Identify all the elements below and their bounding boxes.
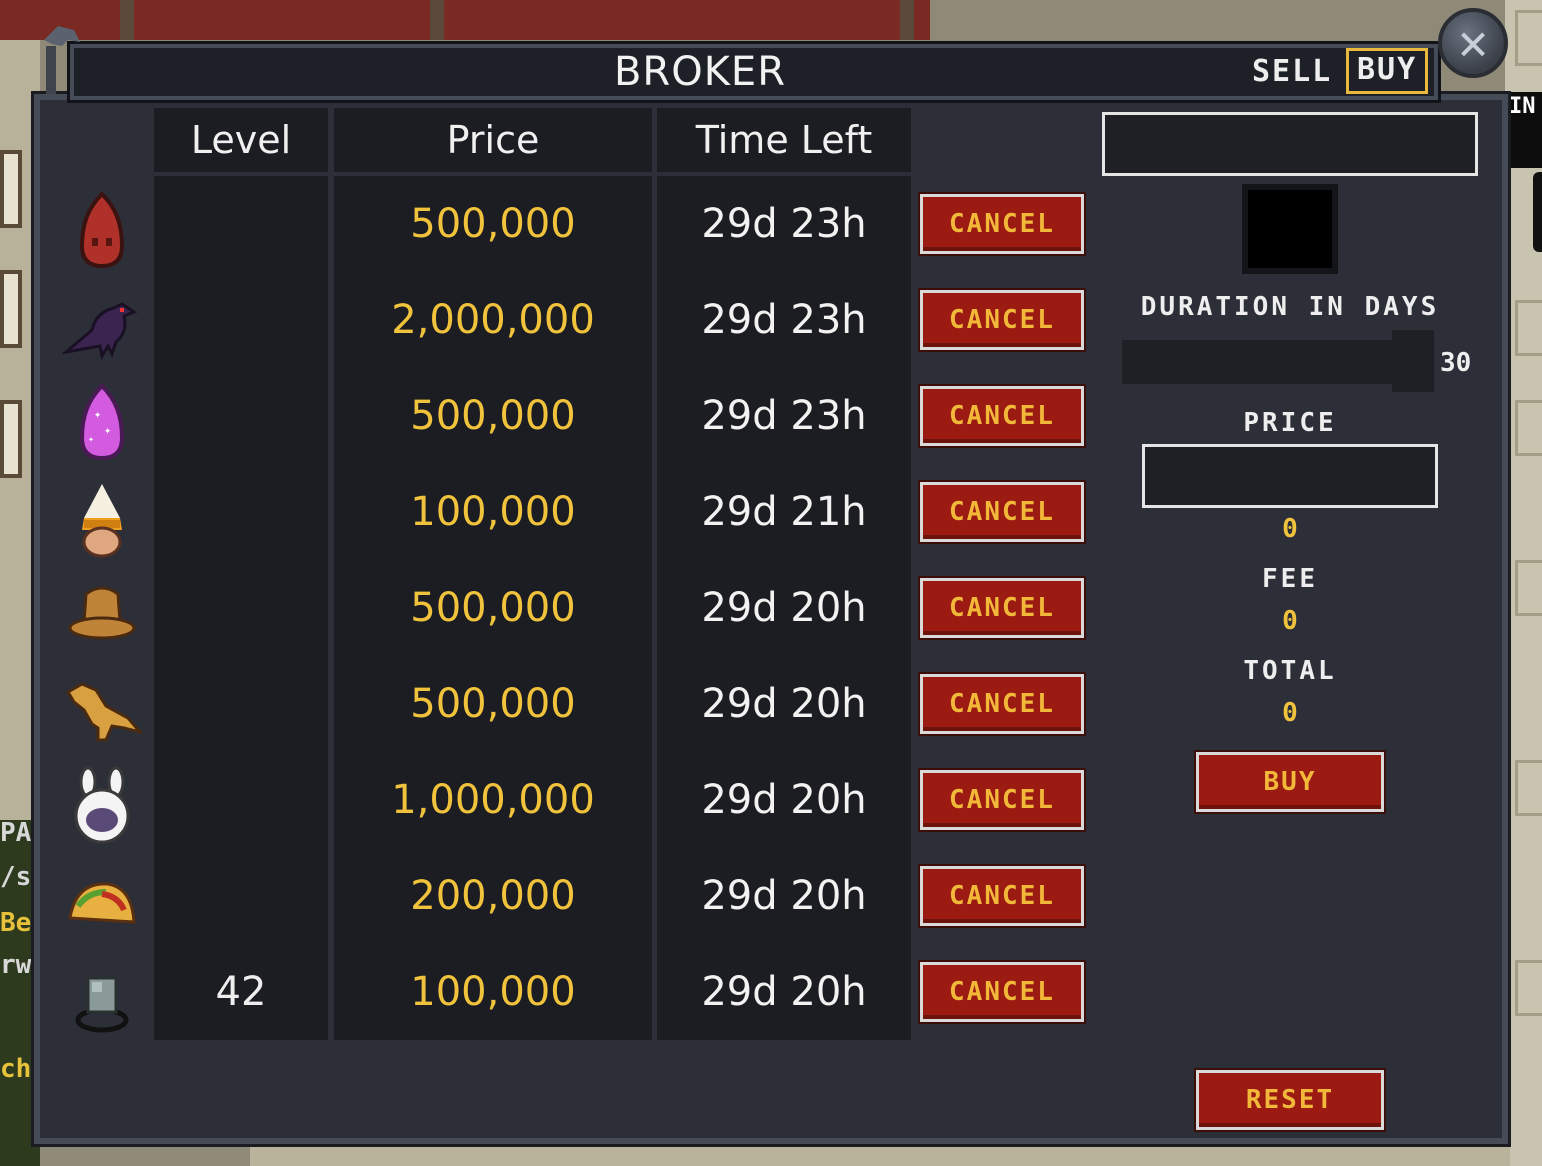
close-x-icon: ✕ <box>1457 13 1489 71</box>
listing-row[interactable]: 500,000 29d 20h CANCEL <box>0 656 1100 752</box>
row-price: 500,000 <box>410 681 576 727</box>
pink-sparkle-hood-icon: ✦✦✦ <box>79 383 125 461</box>
tab-sell[interactable]: SELL <box>1244 50 1340 94</box>
row-price: 200,000 <box>410 873 576 919</box>
duration-slider-handle[interactable] <box>1392 330 1434 392</box>
item-preview-slot[interactable] <box>1242 184 1338 274</box>
duration-label: DURATION IN DAYS <box>1140 292 1440 322</box>
fee-value: 0 <box>1282 606 1298 636</box>
listing-row[interactable]: 100,000 29d 21h CANCEL <box>0 464 1100 560</box>
listing-row[interactable]: 200,000 29d 20h CANCEL <box>0 848 1100 944</box>
chat-fragment: ch <box>0 1054 32 1084</box>
cancel-button[interactable]: CANCEL <box>920 386 1084 446</box>
row-price: 100,000 <box>410 969 576 1015</box>
cancel-button[interactable]: CANCEL <box>920 770 1084 830</box>
header-time-left[interactable]: Time Left <box>657 110 911 170</box>
listing-row[interactable]: 500,000 29d 20h CANCEL <box>0 560 1100 656</box>
cancel-button[interactable]: CANCEL <box>920 482 1084 542</box>
row-time-left: 29d 23h <box>701 201 867 247</box>
svg-text:✦: ✦ <box>94 407 101 421</box>
price-label: PRICE <box>1243 408 1337 438</box>
header-level[interactable]: Level <box>154 110 328 170</box>
duration-value: 30 <box>1440 348 1472 378</box>
cancel-button[interactable]: CANCEL <box>920 962 1084 1022</box>
background-roof <box>0 0 930 40</box>
candy-corn-helmet-icon <box>82 484 122 558</box>
row-time-left: 29d 23h <box>701 297 867 343</box>
taco-icon <box>68 882 136 924</box>
background-right-wall: IN <box>1505 0 1542 1166</box>
row-time-left: 29d 20h <box>701 681 867 727</box>
fee-label: FEE <box>1262 564 1318 594</box>
row-time-left: 29d 20h <box>701 585 867 631</box>
listing-row[interactable]: 1,000,000 29d 20h CANCEL <box>0 752 1100 848</box>
duration-slider[interactable] <box>1122 340 1434 384</box>
row-price: 500,000 <box>410 585 576 631</box>
row-price: 100,000 <box>410 489 576 535</box>
cancel-button[interactable]: CANCEL <box>920 194 1084 254</box>
listing-row[interactable]: 2,000,000 29d 23h CANCEL <box>0 272 1100 368</box>
total-label: TOTAL <box>1243 656 1337 686</box>
listing-row[interactable]: 42 100,000 29d 20h CANCEL <box>0 944 1100 1040</box>
red-ghost-hood-icon <box>79 191 125 269</box>
tab-buy[interactable]: BUY <box>1346 48 1429 94</box>
cancel-button[interactable]: CANCEL <box>920 290 1084 350</box>
window-title: BROKER <box>613 49 786 95</box>
cancel-button[interactable]: CANCEL <box>920 866 1084 926</box>
crow-icon <box>62 302 138 361</box>
row-time-left: 29d 21h <box>701 489 867 535</box>
row-price: 500,000 <box>410 393 576 439</box>
row-time-left: 29d 20h <box>701 969 867 1015</box>
row-time-left: 29d 23h <box>701 393 867 439</box>
svg-text:✦: ✦ <box>88 434 94 445</box>
svg-text:✦: ✦ <box>104 423 111 437</box>
row-time-left: 29d 20h <box>701 777 867 823</box>
stone-ring-icon <box>75 976 129 1033</box>
listing-row[interactable]: 500,000 29d 23h CANCEL <box>0 176 1100 272</box>
row-level: 42 <box>215 969 267 1015</box>
close-button[interactable]: ✕ <box>1438 8 1508 78</box>
item-search-input[interactable] <box>1102 112 1478 176</box>
buy-button[interactable]: BUY <box>1196 752 1384 812</box>
cancel-button[interactable]: CANCEL <box>920 674 1084 734</box>
row-price: 500,000 <box>410 201 576 247</box>
bunny-hood-icon <box>74 766 130 844</box>
brown-hat-icon <box>68 586 136 640</box>
header-price[interactable]: Price <box>334 110 652 170</box>
price-input[interactable] <box>1142 444 1438 508</box>
background-panel-text: IN <box>1509 94 1536 119</box>
cancel-button[interactable]: CANCEL <box>920 578 1084 638</box>
row-price: 2,000,000 <box>391 297 595 343</box>
row-time-left: 29d 20h <box>701 873 867 919</box>
background-floor <box>250 1146 1510 1166</box>
price-value: 0 <box>1282 514 1298 544</box>
reset-button[interactable]: RESET <box>1196 1070 1384 1130</box>
dino-icon <box>65 682 142 742</box>
listing-row[interactable]: ✦ ✦ ✦ 500,000 29d 23h CANCEL <box>0 368 1100 464</box>
row-price: 1,000,000 <box>391 777 595 823</box>
total-value: 0 <box>1282 698 1298 728</box>
